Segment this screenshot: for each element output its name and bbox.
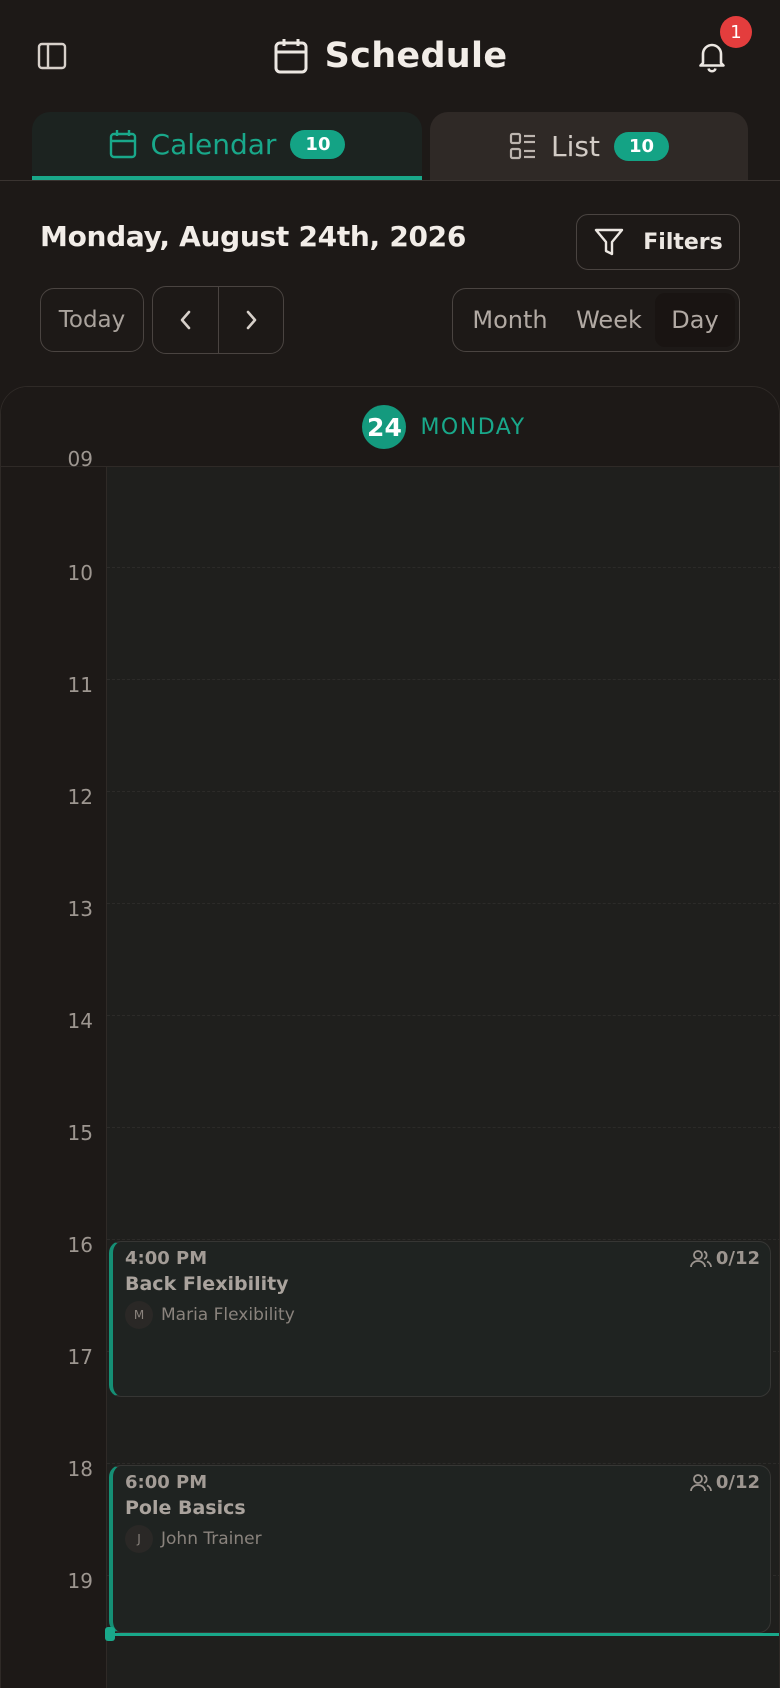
chevron-right-icon	[241, 309, 261, 331]
event-title: Back Flexibility	[125, 1273, 289, 1295]
tabs-divider	[0, 180, 780, 181]
hour-line	[107, 1127, 779, 1128]
current-time-indicator	[109, 1633, 779, 1636]
event-card[interactable]: 4:00 PM Back Flexibility M Maria Flexibi…	[109, 1241, 771, 1397]
hour-label: 14	[67, 1009, 93, 1033]
hour-label: 11	[67, 673, 93, 697]
hour-line	[107, 679, 779, 680]
tab-list[interactable]: List 10	[430, 112, 748, 180]
hour-label: 18	[67, 1457, 93, 1481]
current-date: Monday, August 24th, 2026	[40, 220, 467, 253]
hour-label: 10	[67, 561, 93, 585]
today-button[interactable]: Today	[40, 288, 144, 352]
hour-label: 17	[67, 1345, 93, 1369]
avatar: J	[125, 1525, 153, 1553]
filters-label: Filters	[643, 229, 723, 255]
event-time: 6:00 PM	[125, 1472, 208, 1493]
view-day-button[interactable]: Day	[655, 293, 735, 347]
view-week-button[interactable]: Week	[563, 293, 655, 347]
page-title: Schedule	[324, 36, 508, 76]
hour-line	[107, 1239, 779, 1240]
event-card[interactable]: 6:00 PM Pole Basics J John Trainer 0/12	[109, 1465, 771, 1633]
day-calendar[interactable]: 24 MONDAY 09 10 11 12 13 14 15 16 17 18 …	[0, 386, 780, 1688]
tab-calendar[interactable]: Calendar 10	[32, 112, 422, 180]
tab-list-label: List	[550, 129, 600, 163]
hour-line	[107, 791, 779, 792]
calendar-icon	[273, 37, 309, 75]
avatar: M	[125, 1301, 153, 1329]
notification-badge: 1	[720, 16, 752, 48]
filter-icon	[593, 226, 625, 258]
users-icon	[689, 1473, 712, 1493]
hour-label: 09	[67, 447, 93, 471]
capacity-value: 0/12	[715, 1472, 760, 1493]
filters-button[interactable]: Filters	[576, 214, 740, 270]
trainer-name: John Trainer	[161, 1529, 262, 1549]
capacity-value: 0/12	[715, 1248, 760, 1269]
date-navigation	[152, 286, 284, 354]
page-header: Schedule	[0, 32, 780, 80]
event-trainer: M Maria Flexibility	[125, 1301, 760, 1329]
view-switcher: Month Week Day	[452, 288, 740, 352]
day-name: MONDAY	[420, 414, 526, 440]
day-number: 24	[362, 405, 407, 449]
previous-button[interactable]	[153, 287, 218, 353]
next-button[interactable]	[218, 287, 283, 353]
chevron-left-icon	[176, 309, 196, 331]
trainer-name: Maria Flexibility	[161, 1305, 295, 1325]
calendar-icon	[109, 129, 137, 159]
hour-line	[107, 567, 779, 568]
event-title: Pole Basics	[125, 1497, 246, 1519]
event-capacity: 0/12	[689, 1472, 760, 1493]
day-header: 24 MONDAY	[107, 387, 779, 467]
tab-list-count: 10	[613, 131, 669, 161]
hour-label: 19	[67, 1569, 93, 1593]
list-icon	[509, 132, 537, 160]
hour-line	[107, 1463, 779, 1464]
event-capacity: 0/12	[689, 1248, 760, 1269]
hour-label: 13	[67, 897, 93, 921]
hour-label: 16	[67, 1233, 93, 1257]
event-time: 4:00 PM	[125, 1248, 208, 1269]
hour-label: 15	[67, 1121, 93, 1145]
hour-line	[107, 903, 779, 904]
users-icon	[689, 1249, 712, 1269]
view-month-button[interactable]: Month	[457, 293, 563, 347]
hour-label: 12	[67, 785, 93, 809]
tab-calendar-count: 10	[290, 129, 346, 159]
event-trainer: J John Trainer	[125, 1525, 760, 1553]
hour-line	[107, 1015, 779, 1016]
tab-calendar-label: Calendar	[150, 127, 277, 161]
